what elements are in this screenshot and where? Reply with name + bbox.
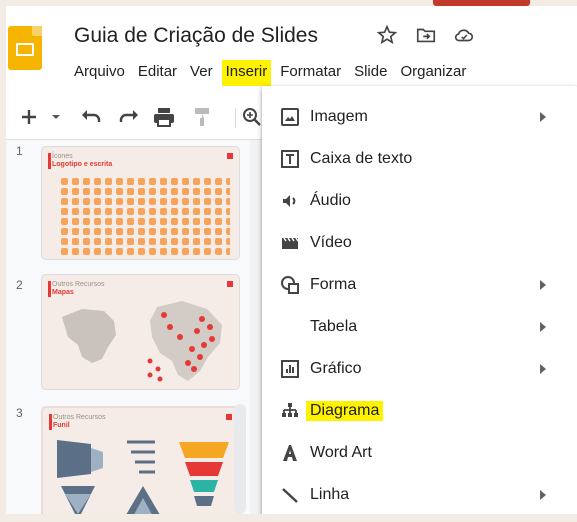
thumb-logo-mark	[226, 414, 232, 420]
window-frame-bottom	[0, 514, 577, 522]
menu-slide[interactable]: Slide	[350, 60, 391, 86]
submenu-arrow-icon	[540, 280, 546, 290]
audio-icon	[283, 195, 296, 207]
menu-item-label: Vídeo	[310, 234, 352, 251]
menu-formatar[interactable]: Formatar	[276, 60, 345, 86]
shape-icon	[281, 276, 299, 294]
menu-item-label: Caixa de texto	[310, 150, 413, 167]
zoom-icon[interactable]	[242, 106, 262, 128]
thumb-label: Outros Recursos	[53, 414, 106, 421]
thumb-accent-bar	[48, 281, 51, 297]
line-icon	[282, 488, 298, 503]
toolbar-separator	[235, 108, 236, 128]
thumb-label: Ícones	[52, 153, 73, 160]
thumb-subtitle: Funil	[53, 422, 70, 429]
paint-format-icon[interactable]	[191, 106, 213, 128]
print-icon[interactable]	[152, 106, 176, 128]
text-box-icon	[281, 150, 299, 168]
thumb-accent-bar	[49, 414, 52, 430]
menu-item-tabela[interactable]: Tabela	[262, 306, 577, 348]
submenu-arrow-icon	[540, 322, 546, 332]
menu-item-forma[interactable]: Forma	[262, 264, 577, 306]
document-title[interactable]: Guia de Criação de Slides	[74, 24, 318, 48]
brazil-map-illustration	[62, 301, 222, 382]
menu-item-label: Áudio	[310, 192, 351, 209]
chart-icon	[281, 360, 299, 378]
menu-item-video[interactable]: Vídeo	[262, 222, 577, 264]
submenu-arrow-icon	[540, 112, 546, 122]
menu-item-label: Forma	[310, 276, 357, 293]
menu-item-linha[interactable]: Linha	[262, 474, 577, 516]
slide-number: 2	[16, 278, 23, 292]
redo-icon[interactable]	[116, 106, 140, 128]
undo-icon[interactable]	[80, 106, 104, 128]
word-art-icon	[283, 445, 297, 461]
menu-item-label: Gráfico	[310, 360, 362, 377]
thumb-subtitle: Mapas	[52, 289, 74, 296]
add-icon[interactable]	[20, 106, 38, 128]
slide-thumbnail-1[interactable]: Ícones Logotipo e escrita	[41, 146, 240, 260]
thumb-label: Outros Recursos	[52, 281, 105, 288]
menu-inserir[interactable]: Inserir	[221, 60, 272, 86]
filmstrip-scrollbar[interactable]	[234, 404, 246, 514]
menu-item-grafico[interactable]: Gráfico	[262, 348, 577, 390]
menu-item-label: Linha	[310, 486, 350, 503]
image-icon	[281, 108, 299, 126]
menu-item-imagem[interactable]: Imagem	[262, 96, 577, 138]
insert-menu-dropdown: Imagem Caixa de texto Áudio Vídeo Forma	[262, 86, 577, 522]
menu-editar[interactable]: Editar	[134, 60, 181, 86]
menu-organizar[interactable]: Organizar	[396, 60, 470, 86]
slide-thumbnail-2[interactable]: Outros Recursos Mapas	[41, 274, 240, 390]
dropdown-arrow-icon[interactable]	[50, 106, 62, 128]
menu-item-diagrama[interactable]: Diagrama	[262, 390, 577, 432]
menu-arquivo[interactable]: Arquivo	[70, 60, 129, 86]
cloud-status-icon[interactable]	[453, 24, 475, 46]
menu-item-label: Word Art	[310, 444, 372, 461]
slide-filmstrip: 1 Ícones Logotipo e escrita 2 Outros Rec…	[6, 140, 250, 522]
thumb-subtitle: Logotipo e escrita	[52, 161, 113, 168]
thumb-logo-mark	[227, 153, 233, 159]
funnel-illustration	[57, 440, 229, 520]
window-accent-tab	[433, 0, 530, 6]
slide-number: 3	[16, 406, 23, 420]
slides-logo-icon[interactable]	[8, 26, 42, 70]
menu-bar: Arquivo Editar Ver Inserir Formatar Slid…	[70, 60, 475, 86]
menu-item-caixa-de-texto[interactable]: Caixa de texto	[262, 138, 577, 180]
submenu-arrow-icon	[540, 490, 546, 500]
video-icon	[282, 237, 299, 249]
menu-ver[interactable]: Ver	[186, 60, 217, 86]
star-icon[interactable]	[376, 24, 398, 46]
diagram-icon	[282, 403, 298, 417]
menu-item-label: Tabela	[310, 318, 358, 335]
submenu-arrow-icon	[540, 364, 546, 374]
slide-thumbnail-3[interactable]: Outros Recursos Funil	[41, 406, 240, 522]
thumb-accent-bar	[48, 153, 51, 169]
move-to-folder-icon[interactable]	[415, 24, 437, 46]
menu-item-audio[interactable]: Áudio	[262, 180, 577, 222]
icon-grid-illustration	[60, 177, 230, 255]
thumb-logo-mark	[227, 281, 233, 287]
menu-item-label: Imagem	[310, 108, 368, 125]
menu-item-label: Diagrama	[306, 401, 384, 421]
slide-number: 1	[16, 144, 23, 158]
menu-item-word-art[interactable]: Word Art	[262, 432, 577, 474]
